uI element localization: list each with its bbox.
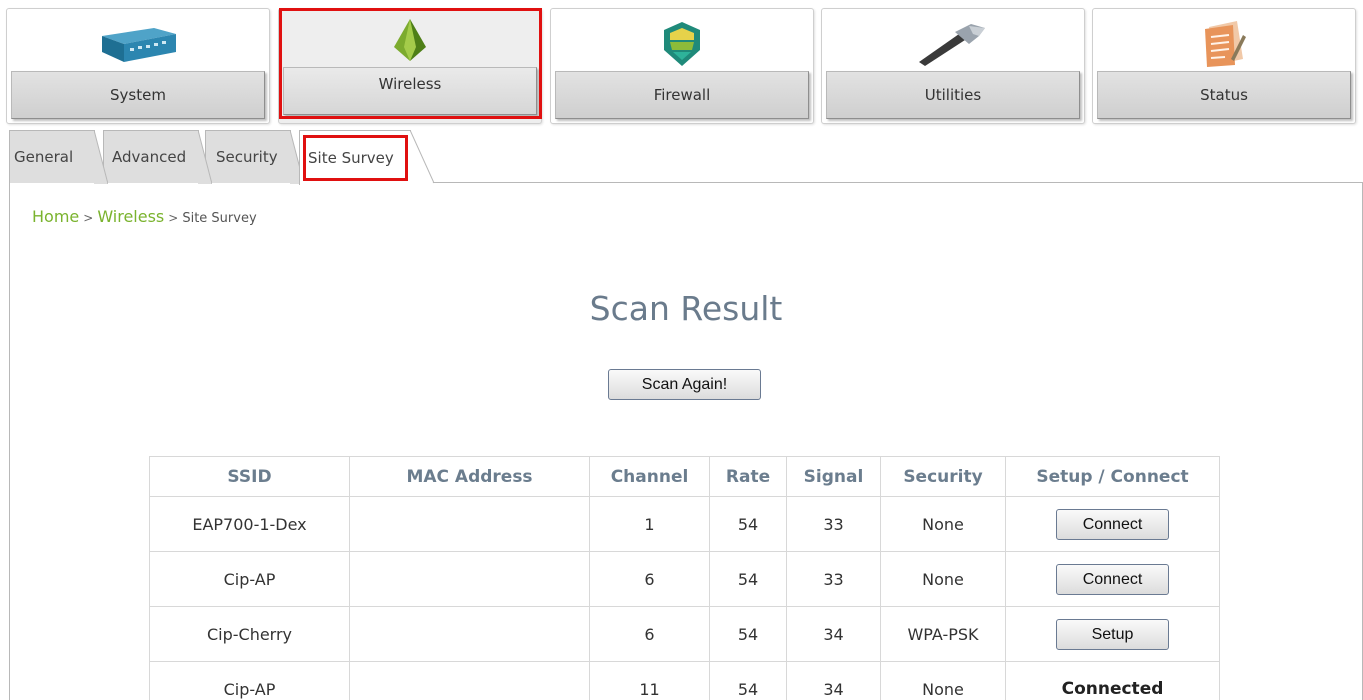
main-navigation: System Wireless Firewall Utilities Statu… <box>6 8 1358 124</box>
cell-signal: 33 <box>786 551 881 607</box>
firewall-shield-icon <box>551 15 813 73</box>
cell-ssid: Cip-AP <box>149 551 350 607</box>
cell-channel: 6 <box>589 551 710 607</box>
cell-rate: 54 <box>709 496 787 552</box>
cell-action: Connect <box>1005 496 1220 552</box>
table-row: EAP700-1-Dex 1 54 33 None Connect <box>149 496 1220 552</box>
table-row: Cip-AP 6 54 33 None Connect <box>149 551 1220 607</box>
breadcrumb-current: Site Survey <box>182 211 257 226</box>
scan-result-table: SSID MAC Address Channel Rate Signal Sec… <box>149 456 1220 700</box>
table-row: Cip-AP 11 54 34 None Connected <box>149 661 1220 700</box>
header-channel: Channel <box>589 456 710 497</box>
cell-security: None <box>880 661 1006 700</box>
nav-system-label: System <box>11 71 265 119</box>
tab-site-survey[interactable]: Site Survey <box>299 130 434 185</box>
hammer-icon <box>822 15 1084 73</box>
connected-status: Connected <box>1061 679 1164 699</box>
cell-action: Connected <box>1005 661 1220 700</box>
cell-channel: 11 <box>589 661 710 700</box>
nav-wireless-label: Wireless <box>283 67 537 115</box>
tab-general[interactable]: General <box>9 130 108 184</box>
cell-action: Connect <box>1005 551 1220 607</box>
nav-firewall[interactable]: Firewall <box>550 8 814 124</box>
cell-mac <box>349 551 590 607</box>
connect-button[interactable]: Connect <box>1056 508 1169 540</box>
header-security: Security <box>880 456 1006 497</box>
tab-advanced-label: Advanced <box>112 148 187 166</box>
content-panel: Home > Wireless > Site Survey Scan Result Sc… <box>9 182 1363 700</box>
nav-firewall-label: Firewall <box>555 71 809 119</box>
tab-security[interactable]: Security <box>205 130 304 184</box>
tab-site-survey-label: Site Survey <box>308 149 394 167</box>
cell-mac <box>349 606 590 662</box>
cell-action: Setup <box>1005 606 1220 662</box>
table-row: Cip-Cherry 6 54 34 WPA-PSK Setup <box>149 606 1220 662</box>
page-title: Scan Result <box>589 289 783 328</box>
nav-utilities[interactable]: Utilities <box>821 8 1085 124</box>
breadcrumb: Home > Wireless > Site Survey <box>32 207 257 226</box>
cell-channel: 1 <box>589 496 710 552</box>
cell-rate: 54 <box>709 661 787 700</box>
cell-mac <box>349 496 590 552</box>
header-rate: Rate <box>709 456 787 497</box>
table-header-row: SSID MAC Address Channel Rate Signal Sec… <box>149 456 1220 497</box>
tab-bar: General Advanced Security Site Survey <box>9 130 509 185</box>
connect-button[interactable]: Connect <box>1056 563 1169 595</box>
setup-button[interactable]: Setup <box>1056 618 1169 650</box>
cell-mac <box>349 661 590 700</box>
cell-security: None <box>880 496 1006 552</box>
header-setup-connect: Setup / Connect <box>1005 456 1220 497</box>
tab-advanced[interactable]: Advanced <box>103 130 212 184</box>
cell-rate: 54 <box>709 551 787 607</box>
cell-channel: 6 <box>589 606 710 662</box>
nav-utilities-label: Utilities <box>826 71 1080 119</box>
notepad-icon <box>1093 15 1355 73</box>
cell-rate: 54 <box>709 606 787 662</box>
header-mac-address: MAC Address <box>349 456 590 497</box>
header-signal: Signal <box>786 456 881 497</box>
cell-signal: 34 <box>786 661 881 700</box>
nav-status[interactable]: Status <box>1092 8 1356 124</box>
network-device-icon <box>7 15 269 73</box>
cell-ssid: EAP700-1-Dex <box>149 496 350 552</box>
wireless-antenna-icon <box>279 11 541 69</box>
breadcrumb-separator: > <box>83 211 94 225</box>
header-ssid: SSID <box>149 456 350 497</box>
breadcrumb-separator: > <box>168 211 179 225</box>
cell-signal: 34 <box>786 606 881 662</box>
scan-again-button[interactable]: Scan Again! <box>608 369 761 400</box>
nav-status-label: Status <box>1097 71 1351 119</box>
cell-ssid: Cip-Cherry <box>149 606 350 662</box>
nav-system[interactable]: System <box>6 8 270 124</box>
cell-security: None <box>880 551 1006 607</box>
tab-security-label: Security <box>216 148 278 166</box>
breadcrumb-wireless-link[interactable]: Wireless <box>97 207 164 226</box>
cell-security: WPA-PSK <box>880 606 1006 662</box>
breadcrumb-home-link[interactable]: Home <box>32 207 79 226</box>
nav-wireless[interactable]: Wireless <box>278 8 542 124</box>
tab-general-label: General <box>14 148 74 166</box>
cell-ssid: Cip-AP <box>149 661 350 700</box>
cell-signal: 33 <box>786 496 881 552</box>
